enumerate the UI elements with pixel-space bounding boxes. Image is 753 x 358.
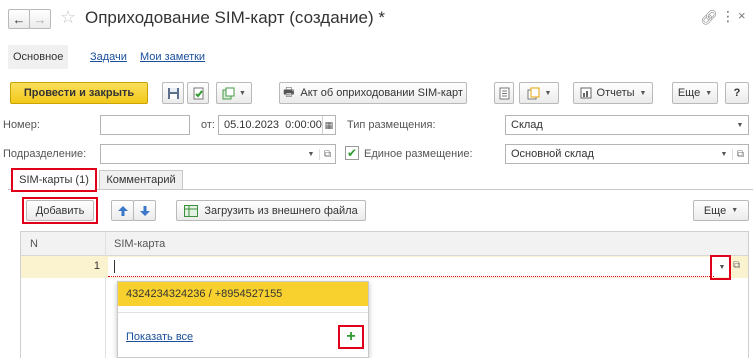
create-new-highlight [338, 325, 364, 349]
tab-comment[interactable]: Комментарий [99, 170, 183, 189]
chevron-down-icon[interactable]: ▼ [732, 122, 748, 129]
placement-type-field[interactable]: Склад ▼ [505, 115, 749, 135]
calendar-icon[interactable]: ▦ [321, 116, 335, 134]
forward-button[interactable]: → [29, 9, 51, 29]
spreadsheet-icon [184, 204, 199, 217]
popup-divider [118, 312, 368, 313]
arrow-down-icon [139, 205, 150, 216]
placement-type-label: Тип размещения: [347, 119, 436, 131]
table-more-button[interactable]: Еще ▼ [693, 200, 749, 221]
more-button[interactable]: Еще ▼ [672, 82, 718, 104]
sim-card-input[interactable] [108, 257, 714, 277]
column-header-sim[interactable]: SIM-карта [114, 238, 165, 250]
post-button[interactable] [187, 82, 209, 104]
open-icon[interactable]: ⧉ [319, 148, 335, 160]
back-button[interactable]: ← [8, 9, 30, 29]
create-based-on-button[interactable]: ▼ [216, 82, 252, 104]
floppy-icon [167, 87, 179, 99]
row-number: 1 [93, 260, 100, 272]
column-header-n[interactable]: N [30, 238, 38, 250]
load-external-button[interactable]: Загрузить из внешнего файла [176, 200, 366, 221]
date-field[interactable]: 05.10.2023 0:00:00 ▦ [218, 115, 336, 135]
chevron-down-icon[interactable]: ▼ [303, 151, 319, 158]
act-print-button[interactable]: 🖶︎ Акт об оприходовании SIM-карт [279, 82, 467, 104]
show-all-link[interactable]: Показать все [126, 331, 193, 343]
favorite-star-icon[interactable]: ☆ [60, 7, 76, 28]
chevron-down-icon: ▼ [705, 89, 713, 97]
open-icon[interactable]: ⧉ [732, 148, 748, 160]
create-based-icon [222, 87, 235, 99]
section-notes[interactable]: Мои заметки [140, 51, 205, 63]
text-cursor [114, 260, 115, 273]
section-main[interactable]: Основное [8, 45, 69, 69]
structure-button[interactable] [494, 82, 514, 104]
add-button-highlight [22, 197, 98, 224]
list-document-icon [499, 87, 509, 99]
tab-highlight [11, 168, 97, 192]
close-icon[interactable]: × [738, 8, 746, 23]
number-label: Номер: [3, 119, 40, 131]
more-vertical-icon[interactable]: ⋮ [721, 8, 735, 25]
save-button[interactable] [162, 82, 184, 104]
dropdown-arrow-highlight [710, 255, 731, 280]
reports-button[interactable]: Отчеты ▼ [573, 82, 653, 104]
dropdown-item[interactable]: 4324234324236 / +8954527155 [118, 282, 368, 306]
open-icon[interactable]: ⧉ [733, 260, 740, 271]
documents-icon [527, 87, 540, 99]
chevron-down-icon: ▼ [731, 207, 739, 214]
window-title: Оприходование SIM-карт (создание) * [85, 8, 385, 27]
arrow-up-icon [117, 205, 128, 216]
print-menu-button[interactable]: ▼ [519, 82, 559, 104]
date-value: 05.10.2023 0:00:00 [224, 119, 322, 131]
section-tasks[interactable]: Задачи [90, 51, 127, 63]
single-placement-checkbox[interactable]: ✔ [345, 146, 359, 160]
post-and-close-button[interactable]: Провести и закрыть [10, 82, 148, 104]
date-label: от: [201, 119, 215, 131]
single-placement-label: Единое размещение: [364, 148, 473, 160]
post-document-icon [193, 87, 203, 99]
tabs-baseline [8, 189, 753, 190]
chevron-down-icon: ▼ [239, 89, 246, 97]
printer-icon: 🖶︎ [283, 84, 295, 99]
chevron-down-icon: ▼ [544, 89, 552, 97]
number-field[interactable] [100, 115, 190, 135]
department-label: Подразделение: [3, 148, 87, 160]
link-icon[interactable]: 🔗︎ [700, 9, 718, 26]
report-icon [580, 87, 592, 99]
column-divider [105, 232, 106, 358]
help-button[interactable]: ? [725, 82, 749, 104]
chevron-down-icon: ▼ [639, 89, 647, 97]
single-placement-field[interactable]: Основной склад ▼ ⧉ [505, 144, 749, 164]
department-field[interactable]: ▼ ⧉ [100, 144, 336, 164]
chevron-down-icon[interactable]: ▼ [716, 151, 732, 158]
move-down-button[interactable] [133, 200, 156, 221]
move-up-button[interactable] [111, 200, 134, 221]
